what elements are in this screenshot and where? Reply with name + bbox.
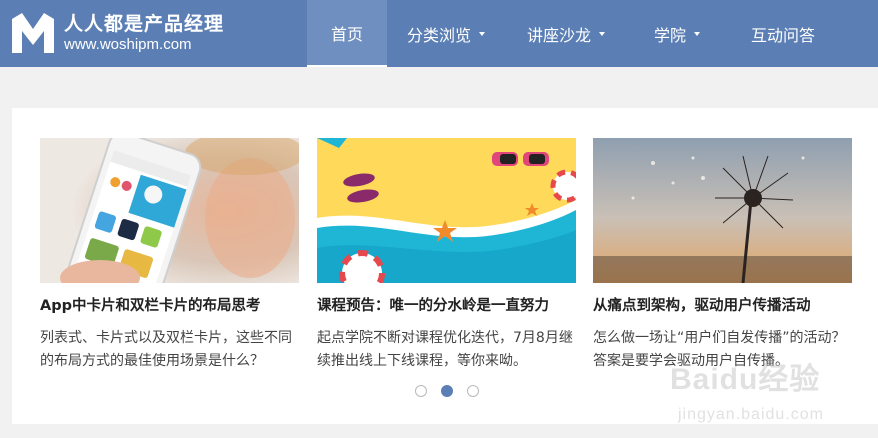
nav-item-label: 分类浏览	[406, 25, 471, 45]
article-card[interactable]: App中卡片和双栏卡片的布局思考 列表式、卡片式以及双栏卡片，这些不同的布局方式…	[40, 138, 299, 373]
brand-url: www.woshipm.com	[64, 36, 192, 53]
brand-name: 人人都是产品经理	[64, 13, 225, 35]
nav-item-academy[interactable]: 学院	[627, 0, 727, 67]
nav-item-label: 首页	[330, 24, 363, 44]
nav-item-label: 学院	[653, 25, 686, 45]
nav-item-lectures[interactable]: 讲座沙龙	[505, 0, 627, 67]
article-card[interactable]: 从痛点到架构，驱动用户传播活动 怎么做一场让“用户们自发传播”的活动？答案是要学…	[593, 138, 852, 373]
article-description: 起点学院不断对课程优化迭代，7月8月继续推出线上下线课程，等你来呦。	[317, 330, 573, 369]
top-navigation-bar: 人人都是产品经理 www.woshipm.com 首页 分类浏览 讲座沙龙 学院…	[0, 0, 878, 67]
chevron-down-icon	[694, 31, 700, 36]
nav-item-label: 互动问答	[750, 25, 815, 45]
article-card[interactable]: 课程预告：唯一的分水岭是一直努力 起点学院不断对课程优化迭代，7月8月继续推出线…	[317, 138, 576, 373]
watermark-main: Baidu经验	[670, 363, 821, 396]
carousel-dot-2[interactable]	[441, 385, 453, 397]
nav-item-home[interactable]: 首页	[307, 0, 387, 67]
nav-item-label: 讲座沙龙	[526, 25, 591, 45]
main-nav: 首页 分类浏览 讲座沙龙 学院 互动问答	[307, 0, 839, 67]
article-title[interactable]: 课程预告：唯一的分水岭是一直努力	[317, 297, 576, 315]
carousel-dot-1[interactable]	[415, 385, 427, 397]
article-title[interactable]: 从痛点到架构，驱动用户传播活动	[593, 297, 852, 315]
woshipm-logo-icon[interactable]	[10, 11, 56, 55]
dandelion-sunset-image[interactable]	[593, 138, 852, 283]
baidu-jingyan-watermark: Baidu经验 jingyan.baidu.com	[670, 354, 870, 424]
chevron-down-icon	[599, 31, 605, 36]
carousel-dot-3[interactable]	[467, 385, 479, 397]
nav-item-categories[interactable]: 分类浏览	[387, 0, 505, 67]
carousel-pagination	[415, 385, 479, 397]
chevron-down-icon	[479, 31, 485, 36]
article-description: 列表式、卡片式以及双栏卡片，这些不同的布局方式的最佳使用场景是什么？	[40, 330, 292, 369]
article-title[interactable]: App中卡片和双栏卡片的布局思考	[40, 297, 299, 315]
beach-illustration-image[interactable]	[317, 138, 576, 283]
phone-app-kids-image[interactable]	[40, 138, 299, 283]
brand[interactable]: 人人都是产品经理 www.woshipm.com	[64, 12, 224, 54]
watermark-sub: jingyan.baidu.com	[678, 406, 824, 423]
nav-item-qa[interactable]: 互动问答	[727, 0, 839, 67]
